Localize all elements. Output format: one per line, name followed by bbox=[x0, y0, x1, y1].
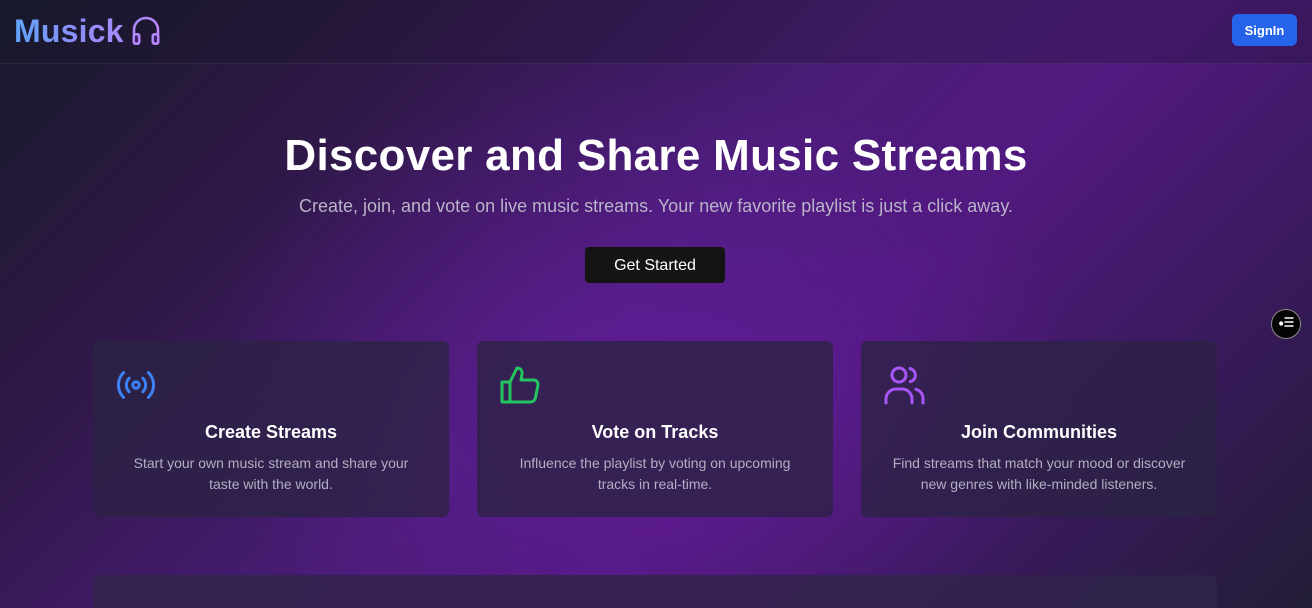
brand-logo[interactable]: Musick bbox=[14, 11, 162, 51]
card-description: Find streams that match your mood or dis… bbox=[892, 455, 1186, 492]
feature-card-join-communities: Join Communities Find streams that match… bbox=[861, 341, 1217, 517]
headphones-icon bbox=[130, 14, 162, 48]
hero-subtitle: Create, join, and vote on live music str… bbox=[299, 196, 1013, 216]
brand-name: Musick bbox=[14, 13, 124, 49]
floating-widget-button[interactable] bbox=[1271, 309, 1301, 339]
card-title: Vote on Tracks bbox=[591, 422, 719, 442]
signin-button[interactable]: SignIn bbox=[1232, 14, 1297, 46]
feature-card-create-streams: Create Streams Start your own music stre… bbox=[93, 341, 449, 517]
radio-broadcast-icon bbox=[115, 364, 157, 406]
card-description: Influence the playlist by voting on upco… bbox=[519, 455, 791, 492]
bottom-section-panel bbox=[93, 575, 1217, 608]
feature-card-vote-on-tracks: Vote on Tracks Influence the playlist by… bbox=[477, 341, 833, 517]
card-title: Create Streams bbox=[204, 422, 338, 442]
get-started-button[interactable]: Get Started bbox=[585, 247, 725, 283]
list-settings-icon bbox=[1278, 315, 1294, 333]
hero-section: Discover and Share Music Streams Create,… bbox=[0, 128, 1312, 218]
hero-title: Discover and Share Music Streams bbox=[284, 131, 1028, 180]
thumbs-up-icon bbox=[499, 364, 541, 406]
users-icon bbox=[883, 364, 925, 406]
top-navbar: Musick SignIn bbox=[0, 0, 1312, 64]
card-description: Start your own music stream and share yo… bbox=[133, 455, 409, 492]
card-title: Join Communities bbox=[960, 422, 1117, 442]
